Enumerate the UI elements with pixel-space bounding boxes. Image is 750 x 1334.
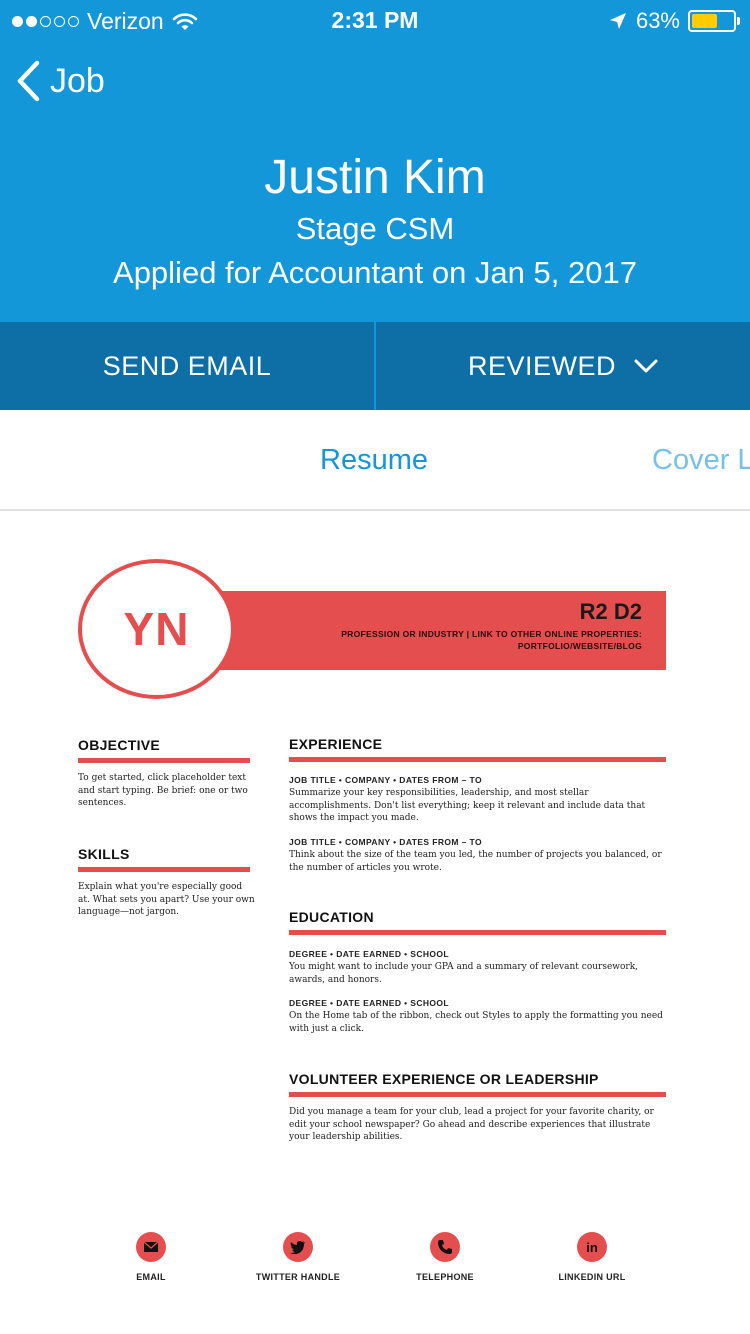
- experience-item-head: JOB TITLE • COMPANY • DATES FROM – TO: [289, 837, 482, 847]
- contact-label: TWITTER HANDLE: [255, 1272, 341, 1282]
- candidate-name: Justin Kim: [264, 151, 486, 204]
- status-dropdown[interactable]: REVIEWED: [376, 322, 750, 410]
- location-arrow-icon: [609, 13, 626, 29]
- objective-text: To get started, click placeholder text a…: [78, 773, 248, 808]
- twitter-icon: [283, 1232, 313, 1262]
- objective-rule: [78, 758, 250, 763]
- resume-banner: R2 D2 PROFESSION OR INDUSTRY | LINK TO O…: [215, 591, 666, 670]
- candidate-stage: Stage CSM: [295, 211, 455, 246]
- experience-item-text: Summarize your key responsibilities, lea…: [289, 788, 646, 823]
- skills-heading: SKILLS: [78, 846, 130, 862]
- education-heading: EDUCATION: [289, 909, 374, 925]
- send-email-button[interactable]: SEND EMAIL: [0, 322, 374, 410]
- chevron-left-icon: [17, 60, 40, 102]
- battery-percent: 63%: [635, 8, 680, 33]
- action-bar: SEND EMAIL REVIEWED: [0, 322, 750, 410]
- linkedin-icon: in: [577, 1232, 607, 1262]
- contact-label: EMAIL: [136, 1272, 166, 1282]
- resume-document: R2 D2 PROFESSION OR INDUSTRY | LINK TO O…: [0, 511, 750, 1334]
- candidate-applied: Applied for Accountant on Jan 5, 2017: [113, 255, 637, 290]
- volunteer-rule: [289, 1092, 666, 1097]
- status-bar: Verizon 2:31 PM 63%: [0, 0, 750, 40]
- header: Verizon 2:31 PM 63% Job Justin Kim Stage…: [0, 0, 750, 322]
- education-item-text: You might want to include your GPA and a…: [289, 962, 639, 985]
- objective-heading: OBJECTIVE: [78, 737, 161, 753]
- email-icon: [136, 1232, 166, 1262]
- education-item-head: DEGREE • DATE EARNED • SCHOOL: [289, 949, 450, 959]
- chevron-down-icon: [634, 359, 658, 373]
- monogram-circle: YN: [78, 559, 235, 699]
- experience-item-text: Think about the size of the team you led…: [289, 850, 662, 873]
- contact-twitter: TWITTER HANDLE: [228, 1232, 368, 1282]
- status-label: REVIEWED: [467, 350, 617, 381]
- education-rule: [289, 930, 666, 935]
- phone-icon: [430, 1232, 460, 1262]
- resume-subtitle-line2: PORTFOLIO/WEBSITE/BLOG: [517, 641, 642, 651]
- contact-linkedin: in LINKEDIN URL: [522, 1232, 662, 1282]
- battery-level: [692, 14, 718, 28]
- resume-name: R2 D2: [579, 599, 642, 624]
- experience-heading: EXPERIENCE: [289, 736, 383, 752]
- status-right: 63%: [608, 8, 740, 34]
- education-item-text: On the Home tab of the ribbon, check out…: [289, 1011, 663, 1034]
- education-item-head: DEGREE • DATE EARNED • SCHOOL: [289, 998, 450, 1008]
- contact-label: TELEPHONE: [416, 1272, 474, 1282]
- experience-rule: [289, 757, 666, 762]
- send-email-label: SEND EMAIL: [102, 350, 272, 381]
- document-tabs: Resume Cover L: [0, 410, 750, 511]
- tab-resume[interactable]: Resume: [320, 444, 428, 477]
- contact-telephone: TELEPHONE: [375, 1232, 515, 1282]
- volunteer-heading: VOLUNTEER EXPERIENCE OR LEADERSHIP: [289, 1071, 599, 1087]
- back-label: Job: [50, 61, 105, 100]
- resume-subtitle-line1: PROFESSION OR INDUSTRY | LINK TO OTHER O…: [341, 629, 642, 639]
- skills-text: Explain what you're especially good at. …: [78, 882, 255, 917]
- skills-rule: [78, 867, 250, 872]
- battery-icon: [688, 10, 740, 32]
- tab-cover-letter[interactable]: Cover L: [652, 444, 750, 477]
- contact-label: LINKEDIN URL: [558, 1272, 626, 1282]
- resume-subtitle: PROFESSION OR INDUSTRY | LINK TO OTHER O…: [341, 628, 642, 652]
- monogram-initials: YN: [123, 603, 190, 655]
- experience-item-head: JOB TITLE • COMPANY • DATES FROM – TO: [289, 775, 482, 785]
- back-button[interactable]: Job: [16, 60, 105, 102]
- contact-email: EMAIL: [81, 1232, 221, 1282]
- volunteer-text: Did you manage a team for your club, lea…: [289, 1107, 654, 1142]
